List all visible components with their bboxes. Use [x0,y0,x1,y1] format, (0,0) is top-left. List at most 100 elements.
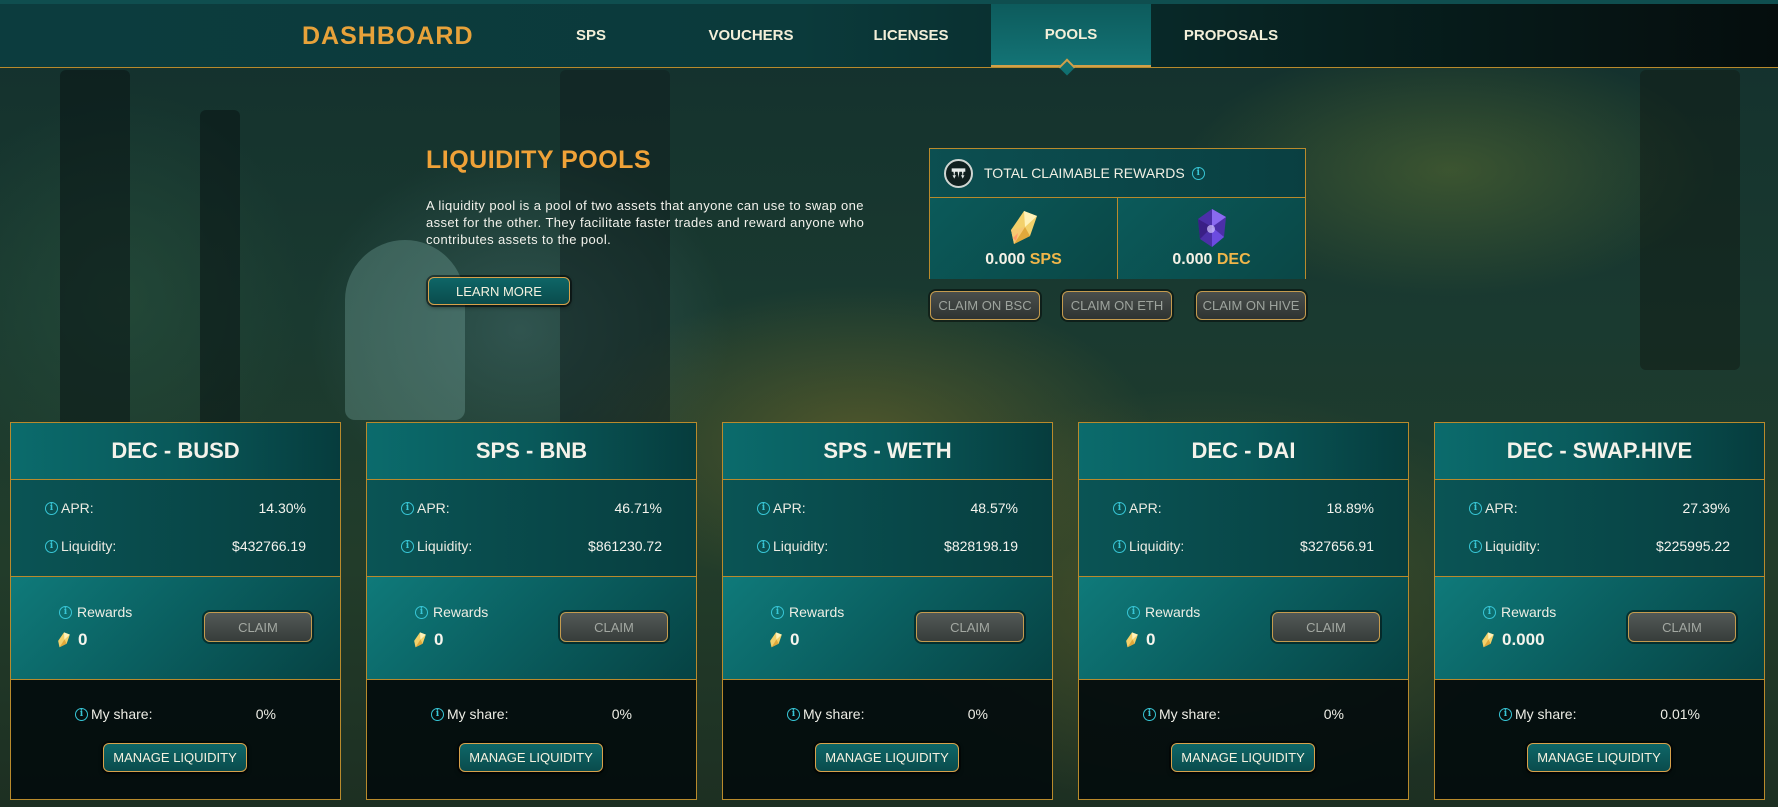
liquidity-label: Liquidity: [773,538,829,554]
liquidity-label: Liquidity: [61,538,117,554]
sps-token-icon [1126,632,1138,648]
pool-card-0: DEC - BUSD i APR: 14.30% i Liquidity: $432… [10,422,341,800]
rewards-amount: 0.000 [1502,630,1545,649]
pool-name: DEC - BUSD [11,423,340,480]
info-icon[interactable]: i [1127,605,1140,619]
background-tree [60,70,130,450]
learn-more-button[interactable]: LEARN MORE [428,277,570,305]
info-icon[interactable]: i [59,605,72,619]
pool-stats: i APR: 48.57% i Liquidity: $828198.19 [723,480,1052,577]
info-icon[interactable]: i [75,707,88,721]
manage-liquidity-button[interactable]: MANAGE LIQUIDITY [103,743,247,772]
top-navigation: DASHBOARD SPS VOUCHERS LICENSES POOLS PR… [0,0,1778,76]
background-rock [345,240,465,420]
info-icon[interactable]: i [1113,501,1126,515]
pool-share: i My share: 0% MANAGE LIQUIDITY [11,680,340,799]
my-share-value: 0.01% [1660,706,1700,722]
pool-stats: i APR: 27.39% i Liquidity: $225995.22 [1435,480,1764,577]
pool-stats: i APR: 14.30% i Liquidity: $432766.19 [11,480,340,577]
apr-label: APR: [773,500,806,516]
my-share-value: 0% [255,706,276,722]
info-icon[interactable]: i [771,605,784,619]
rewards-amount: 0 [1146,630,1156,649]
sps-reward-cell: 0.000 SPS [930,198,1117,279]
info-icon[interactable]: i [1469,501,1482,515]
rewards-amount: 0 [790,630,800,649]
liquidity-label: Liquidity: [1129,538,1185,554]
claim-on-eth-button[interactable]: CLAIM ON ETH [1062,291,1172,320]
info-icon[interactable]: i [431,707,444,721]
sps-token-icon [58,632,70,648]
info-icon[interactable]: i [1499,707,1512,721]
my-share-label: My share: [1159,706,1221,722]
rewards-label: Rewards [1145,604,1201,620]
sps-total-amount: 0.000 [985,251,1026,268]
rewards-label: Rewards [433,604,489,620]
apr-label: APR: [1129,500,1162,516]
pool-card-2: SPS - WETH i APR: 48.57% i Liquidity: $828… [722,422,1053,800]
my-share-value: 0% [967,706,988,722]
claim-button[interactable]: CLAIM [1628,612,1736,642]
apr-value: 18.89% [1326,500,1374,516]
pool-stats: i APR: 18.89% i Liquidity: $327656.91 [1079,480,1408,577]
background-tree [200,110,240,430]
pool-name: DEC - DAI [1079,423,1408,480]
liquidity-value: $327656.91 [1300,538,1374,554]
info-icon[interactable]: i [757,539,770,553]
liquidity-value: $861230.72 [588,538,662,554]
info-icon[interactable]: i [401,539,414,553]
dec-token-icon [1197,209,1226,247]
info-icon[interactable]: i [1483,605,1496,619]
claim-button[interactable]: CLAIM [204,612,312,642]
background-tree [560,70,670,430]
manage-liquidity-button[interactable]: MANAGE LIQUIDITY [459,743,603,772]
liquidity-label: Liquidity: [1485,538,1541,554]
info-icon[interactable]: i [1113,539,1126,553]
tab-sps[interactable]: SPS [511,4,671,67]
info-icon[interactable]: i [1143,707,1156,721]
info-icon[interactable]: i [1469,539,1482,553]
manage-liquidity-button[interactable]: MANAGE LIQUIDITY [815,743,959,772]
claim-button[interactable]: CLAIM [560,612,668,642]
tab-licenses[interactable]: LICENSES [831,4,991,67]
info-icon[interactable]: i [415,605,428,619]
info-icon[interactable]: i [1191,166,1205,180]
tab-proposals[interactable]: PROPOSALS [1151,4,1311,67]
info-icon[interactable]: i [45,501,58,515]
claim-on-hive-button[interactable]: CLAIM ON HIVE [1196,291,1306,320]
total-rewards-panel: TOTAL CLAIMABLE REWARDS i 0.000 SPS 0.00… [929,148,1306,279]
dashboard-title[interactable]: DASHBOARD [302,22,474,51]
manage-liquidity-button[interactable]: MANAGE LIQUIDITY [1171,743,1315,772]
info-icon[interactable]: i [757,501,770,515]
liquidity-value: $432766.19 [232,538,306,554]
my-share-value: 0% [1323,706,1344,722]
pool-share: i My share: 0.01% MANAGE LIQUIDITY [1435,680,1764,799]
fang-logo-icon [944,158,973,188]
claim-on-bsc-button[interactable]: CLAIM ON BSC [930,291,1040,320]
tab-vouchers[interactable]: VOUCHERS [671,4,831,67]
manage-liquidity-button[interactable]: MANAGE LIQUIDITY [1527,743,1671,772]
apr-label: APR: [417,500,450,516]
sps-token-icon [1482,632,1494,648]
liquidity-label: Liquidity: [417,538,473,554]
my-share-label: My share: [803,706,865,722]
tab-pools[interactable]: POOLS [991,4,1151,67]
apr-value: 14.30% [258,500,306,516]
claim-button[interactable]: CLAIM [1272,612,1380,642]
sps-unit: SPS [1029,251,1062,268]
info-icon[interactable]: i [401,501,414,515]
pool-share: i My share: 0% MANAGE LIQUIDITY [723,680,1052,799]
my-share-label: My share: [91,706,153,722]
sps-token-icon [414,632,426,648]
info-icon[interactable]: i [787,707,800,721]
claim-button[interactable]: CLAIM [916,612,1024,642]
rewards-label: Rewards [77,604,133,620]
pool-rewards: i Rewards 0 CLAIM [723,577,1052,680]
apr-value: 46.71% [614,500,662,516]
pool-rewards: i Rewards 0.000 CLAIM [1435,577,1764,680]
info-icon[interactable]: i [45,539,58,553]
apr-label: APR: [61,500,94,516]
pool-card-1: SPS - BNB i APR: 46.71% i Liquidity: $8612… [366,422,697,800]
pool-rewards: i Rewards 0 CLAIM [1079,577,1408,680]
pool-card-4: DEC - SWAP.HIVE i APR: 27.39% i Liquidity:… [1434,422,1765,800]
